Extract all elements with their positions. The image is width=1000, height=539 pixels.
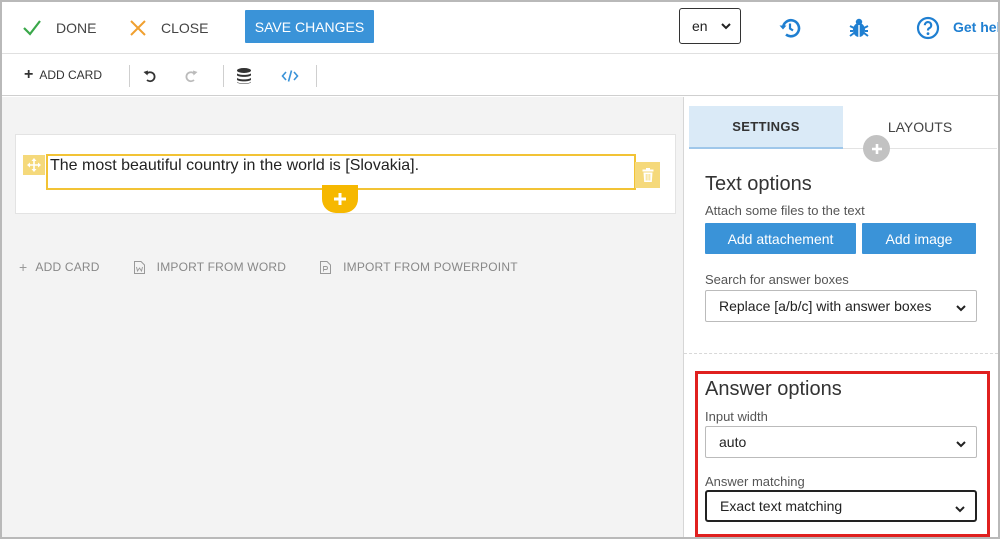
toolbar-divider (223, 65, 224, 87)
add-card-label: ADD CARD (35, 260, 100, 274)
toolbar-add-card-button[interactable]: + ADD CARD (24, 66, 103, 83)
close-button[interactable]: CLOSE (129, 16, 208, 40)
source-code-button[interactable] (281, 67, 299, 85)
search-answer-boxes-label: Search for answer boxes (705, 272, 849, 287)
chevron-down-icon (956, 441, 966, 448)
answer-options-title: Answer options (705, 378, 842, 400)
undo-icon (143, 70, 156, 83)
tab-settings[interactable]: SETTINGS (689, 106, 843, 149)
move-arrows-icon (27, 158, 41, 172)
powerpoint-file-icon (320, 260, 332, 274)
plus-icon: + (24, 66, 34, 83)
word-file-icon (133, 260, 145, 274)
language-select[interactable]: en (679, 8, 741, 44)
get-help-link[interactable]: Get hel (953, 19, 998, 35)
bug-icon (849, 18, 869, 37)
chevron-down-icon (955, 506, 965, 513)
import-from-powerpoint-button[interactable]: IMPORT FROM POWERPOINT (320, 260, 518, 274)
toolbar-divider (129, 65, 130, 87)
add-item-below-button[interactable] (322, 185, 358, 213)
question-circle-icon (916, 16, 940, 40)
database-button[interactable] (235, 67, 253, 85)
app-window: DONE CLOSE SAVE CHANGES en Get hel + ADD… (0, 0, 1000, 539)
close-icon (130, 20, 146, 36)
settings-panel: SETTINGS LAYOUTS Text options Attach som… (683, 97, 998, 537)
undo-button[interactable] (141, 67, 159, 85)
drag-handle[interactable] (23, 155, 45, 175)
language-value: en (692, 18, 708, 34)
import-from-word-button[interactable]: IMPORT FROM WORD (133, 260, 287, 274)
trash-icon (642, 168, 653, 182)
delete-card-button[interactable] (635, 162, 660, 188)
add-image-button[interactable]: Add image (862, 223, 976, 254)
import-ppt-label: IMPORT FROM POWERPOINT (343, 260, 518, 274)
code-icon (281, 70, 299, 82)
chevron-down-icon (721, 23, 731, 30)
input-width-label: Input width (705, 409, 768, 424)
input-width-value: auto (719, 434, 747, 450)
input-width-select[interactable]: auto (705, 426, 977, 458)
plus-icon (871, 143, 882, 154)
answer-matching-select[interactable]: Exact text matching (705, 490, 977, 522)
checkmark-icon (23, 20, 41, 36)
add-attachment-button[interactable]: Add attachement (705, 223, 856, 254)
database-icon (237, 68, 251, 84)
top-bar: DONE CLOSE SAVE CHANGES en Get hel (2, 2, 998, 54)
add-card-button[interactable]: + ADD CARD (19, 259, 100, 275)
save-changes-button[interactable]: SAVE CHANGES (245, 10, 374, 43)
plus-icon: + (19, 259, 28, 275)
help-button[interactable] (915, 15, 941, 41)
done-button[interactable]: DONE (22, 16, 96, 40)
history-button[interactable] (777, 15, 803, 41)
text-card: The most beautiful country in the world … (15, 134, 676, 214)
chevron-down-icon (956, 305, 966, 312)
toolbar-add-card-label: ADD CARD (39, 68, 103, 82)
card-actions: + ADD CARD IMPORT FROM WORD IMPORT FROM … (19, 259, 552, 275)
section-divider (684, 353, 998, 354)
redo-button[interactable] (182, 67, 200, 85)
close-label: CLOSE (161, 20, 209, 36)
editor-canvas: The most beautiful country in the world … (2, 97, 683, 537)
answer-matching-label: Answer matching (705, 474, 805, 489)
add-layout-button[interactable] (863, 135, 890, 162)
search-answer-boxes-select[interactable]: Replace [a/b/c] with answer boxes (705, 290, 977, 322)
attach-files-label: Attach some files to the text (705, 203, 865, 218)
toolbar: + ADD CARD (2, 55, 998, 96)
report-bug-button[interactable] (846, 15, 872, 41)
done-label: DONE (56, 20, 97, 36)
toolbar-divider (316, 65, 317, 87)
answer-matching-value: Exact text matching (720, 498, 843, 514)
plus-icon (334, 193, 346, 205)
history-icon (779, 19, 801, 38)
import-word-label: IMPORT FROM WORD (156, 260, 287, 274)
search-answer-boxes-value: Replace [a/b/c] with answer boxes (719, 298, 932, 314)
text-options-title: Text options (705, 173, 812, 195)
redo-icon (185, 70, 198, 83)
